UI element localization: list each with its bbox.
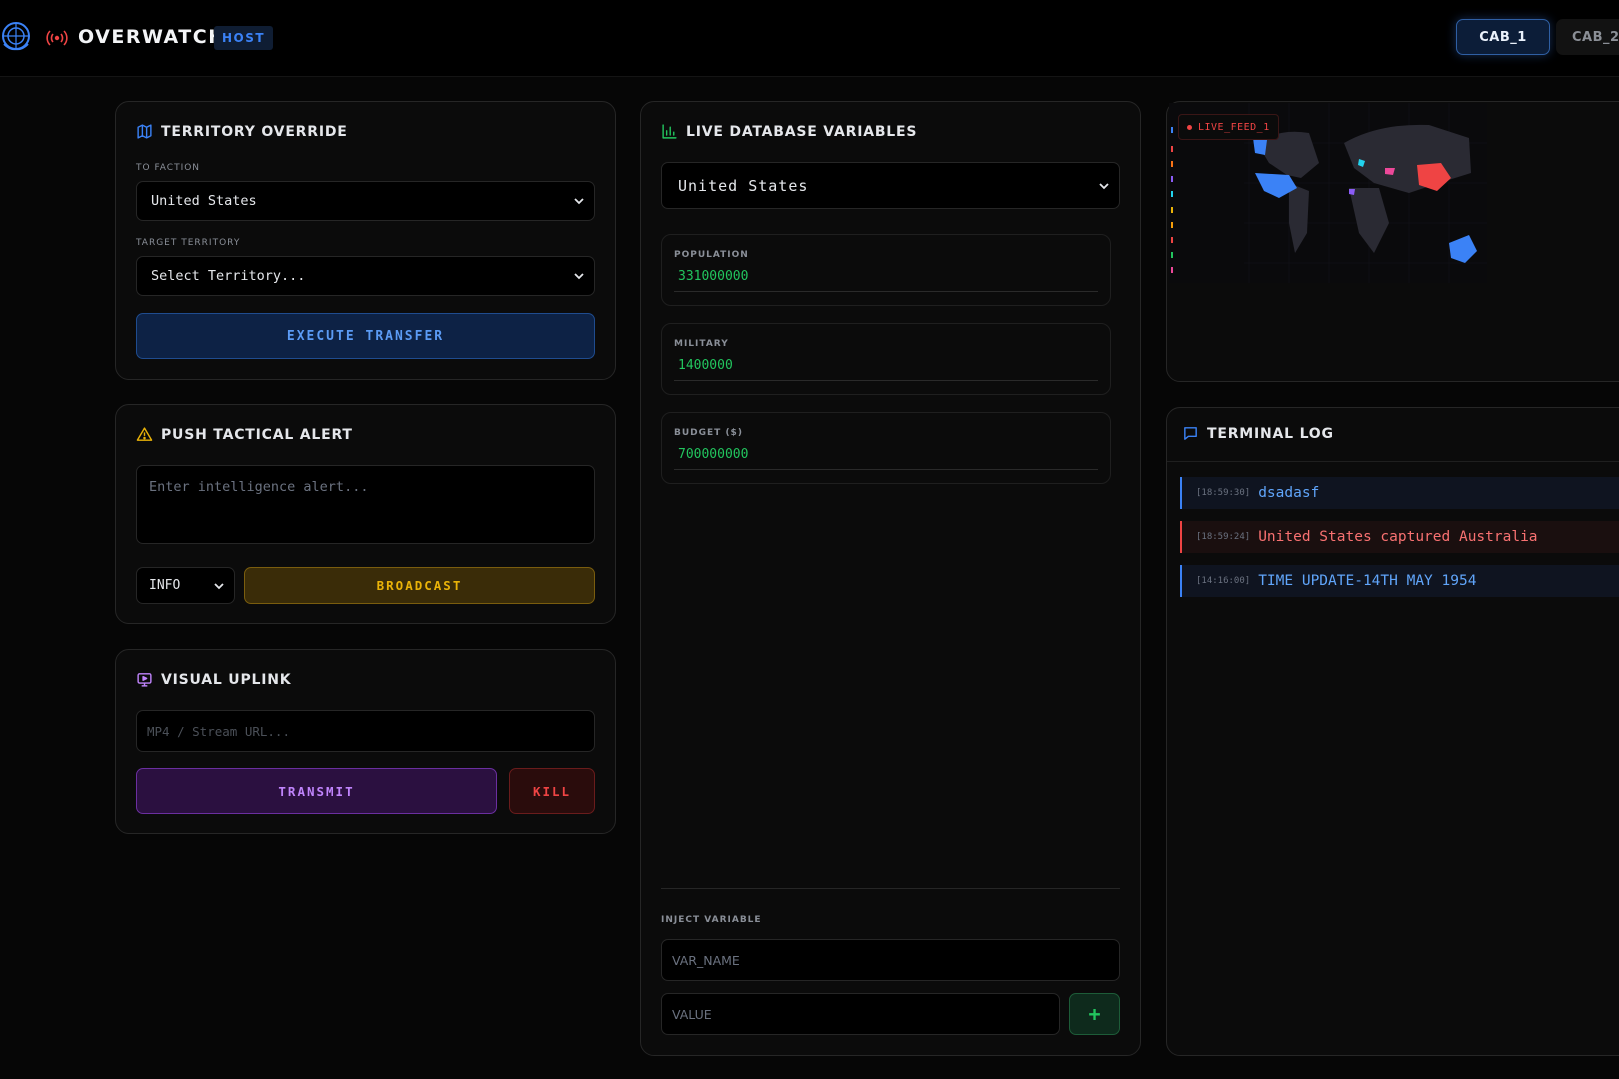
log-entry: [18:59:30] dsadasf: [1180, 477, 1619, 509]
divider: [674, 380, 1098, 381]
terminal-divider: [1167, 461, 1619, 462]
database-title: LIVE DATABASE VARIABLES: [661, 123, 917, 140]
target-territory-label: TARGET TERRITORY: [136, 238, 241, 248]
panel-title-text: PUSH TACTICAL ALERT: [161, 426, 353, 443]
stat-value-input[interactable]: 331000000: [678, 269, 748, 284]
log-message: dsadasf: [1258, 485, 1320, 501]
log-timestamp: [14:16:00]: [1196, 576, 1251, 586]
chevron-down-icon: [574, 273, 584, 280]
terminal-title: TERMINAL LOG: [1182, 425, 1334, 442]
alert-placeholder: Enter intelligence alert...: [149, 479, 369, 495]
add-variable-button[interactable]: +: [1069, 993, 1120, 1035]
record-dot-icon: [1187, 124, 1192, 130]
territory-override-title: TERRITORY OVERRIDE: [136, 123, 348, 140]
log-message: TIME UPDATE-14TH MAY 1954: [1258, 573, 1477, 589]
faction-select[interactable]: United States: [136, 181, 595, 221]
chevron-down-icon: [574, 198, 584, 205]
stat-label: POPULATION: [674, 250, 749, 260]
map-icon: [137, 124, 152, 139]
top-bar: OVERWATCH HOST CAB_1 CAB_2: [0, 0, 1619, 77]
chevron-down-icon: [1099, 182, 1109, 189]
broadcast-icon: [46, 30, 68, 46]
log-timestamp: [18:59:30]: [1196, 488, 1251, 498]
visual-uplink-title: VISUAL UPLINK: [136, 671, 291, 688]
stat-value-input[interactable]: 700000000: [678, 447, 748, 462]
section-divider: [661, 888, 1120, 889]
stat-label: MILITARY: [674, 339, 729, 349]
var-value-placeholder: VALUE: [672, 1006, 712, 1022]
log-entry: [18:59:24] United States captured Austra…: [1180, 521, 1619, 553]
var-name-placeholder: VAR_NAME: [672, 952, 740, 968]
chevron-down-icon: [214, 582, 224, 589]
tab-cab-1[interactable]: CAB_1: [1456, 19, 1550, 55]
stat-card-population: POPULATION 331000000: [661, 234, 1111, 306]
monitor-play-icon: [137, 673, 152, 687]
to-faction-label: TO FACTION: [136, 163, 201, 173]
tab-cab-2[interactable]: CAB_2: [1556, 19, 1619, 55]
app-title: OVERWATCH: [78, 26, 226, 48]
bar-chart-icon: [662, 124, 677, 139]
host-badge: HOST: [214, 26, 274, 50]
stat-value-input[interactable]: 1400000: [678, 358, 733, 373]
stream-url-input[interactable]: MP4 / Stream URL...: [136, 710, 595, 752]
var-value-input[interactable]: VALUE: [661, 993, 1060, 1035]
live-feed-badge: LIVE_FEED_1: [1178, 114, 1279, 140]
stat-card-military: MILITARY 1400000: [661, 323, 1111, 395]
log-timestamp: [18:59:24]: [1196, 532, 1251, 542]
panel-title-text: TERRITORY OVERRIDE: [161, 123, 348, 140]
log-message: United States captured Australia: [1258, 529, 1538, 545]
alert-textarea[interactable]: Enter intelligence alert...: [136, 465, 595, 544]
divider: [674, 291, 1098, 292]
tactical-alert-title: PUSH TACTICAL ALERT: [136, 426, 353, 443]
alert-level-value: INFO: [149, 578, 181, 593]
territory-select-value: Select Territory...: [151, 268, 306, 284]
faction-select-value: United States: [151, 193, 257, 209]
broadcast-button[interactable]: BROADCAST: [244, 567, 595, 604]
alert-level-select[interactable]: INFO: [136, 567, 235, 604]
execute-transfer-button[interactable]: EXECUTE TRANSFER: [136, 313, 595, 359]
panel-title-text: LIVE DATABASE VARIABLES: [686, 123, 918, 140]
message-icon: [1184, 427, 1197, 440]
kill-button[interactable]: KILL: [509, 768, 595, 814]
panel-title-text: VISUAL UPLINK: [161, 671, 292, 688]
warning-icon: [136, 427, 153, 441]
stream-url-placeholder: MP4 / Stream URL...: [147, 723, 290, 739]
territory-select[interactable]: Select Territory...: [136, 256, 595, 296]
inject-variable-label: INJECT VARIABLE: [661, 915, 762, 925]
log-entry: [14:16:00] TIME UPDATE-14TH MAY 1954: [1180, 565, 1619, 597]
divider: [674, 469, 1098, 470]
un-emblem-icon: [2, 22, 30, 51]
nation-select-value: United States: [678, 176, 809, 195]
var-name-input[interactable]: VAR_NAME: [661, 939, 1120, 981]
nation-select[interactable]: United States: [661, 162, 1120, 209]
stat-card-budget: BUDGET ($) 700000000: [661, 412, 1111, 484]
stat-label: BUDGET ($): [674, 428, 743, 438]
transmit-button[interactable]: TRANSMIT: [136, 768, 497, 814]
live-feed-label: LIVE_FEED_1: [1198, 121, 1270, 133]
panel-title-text: TERMINAL LOG: [1207, 425, 1334, 442]
